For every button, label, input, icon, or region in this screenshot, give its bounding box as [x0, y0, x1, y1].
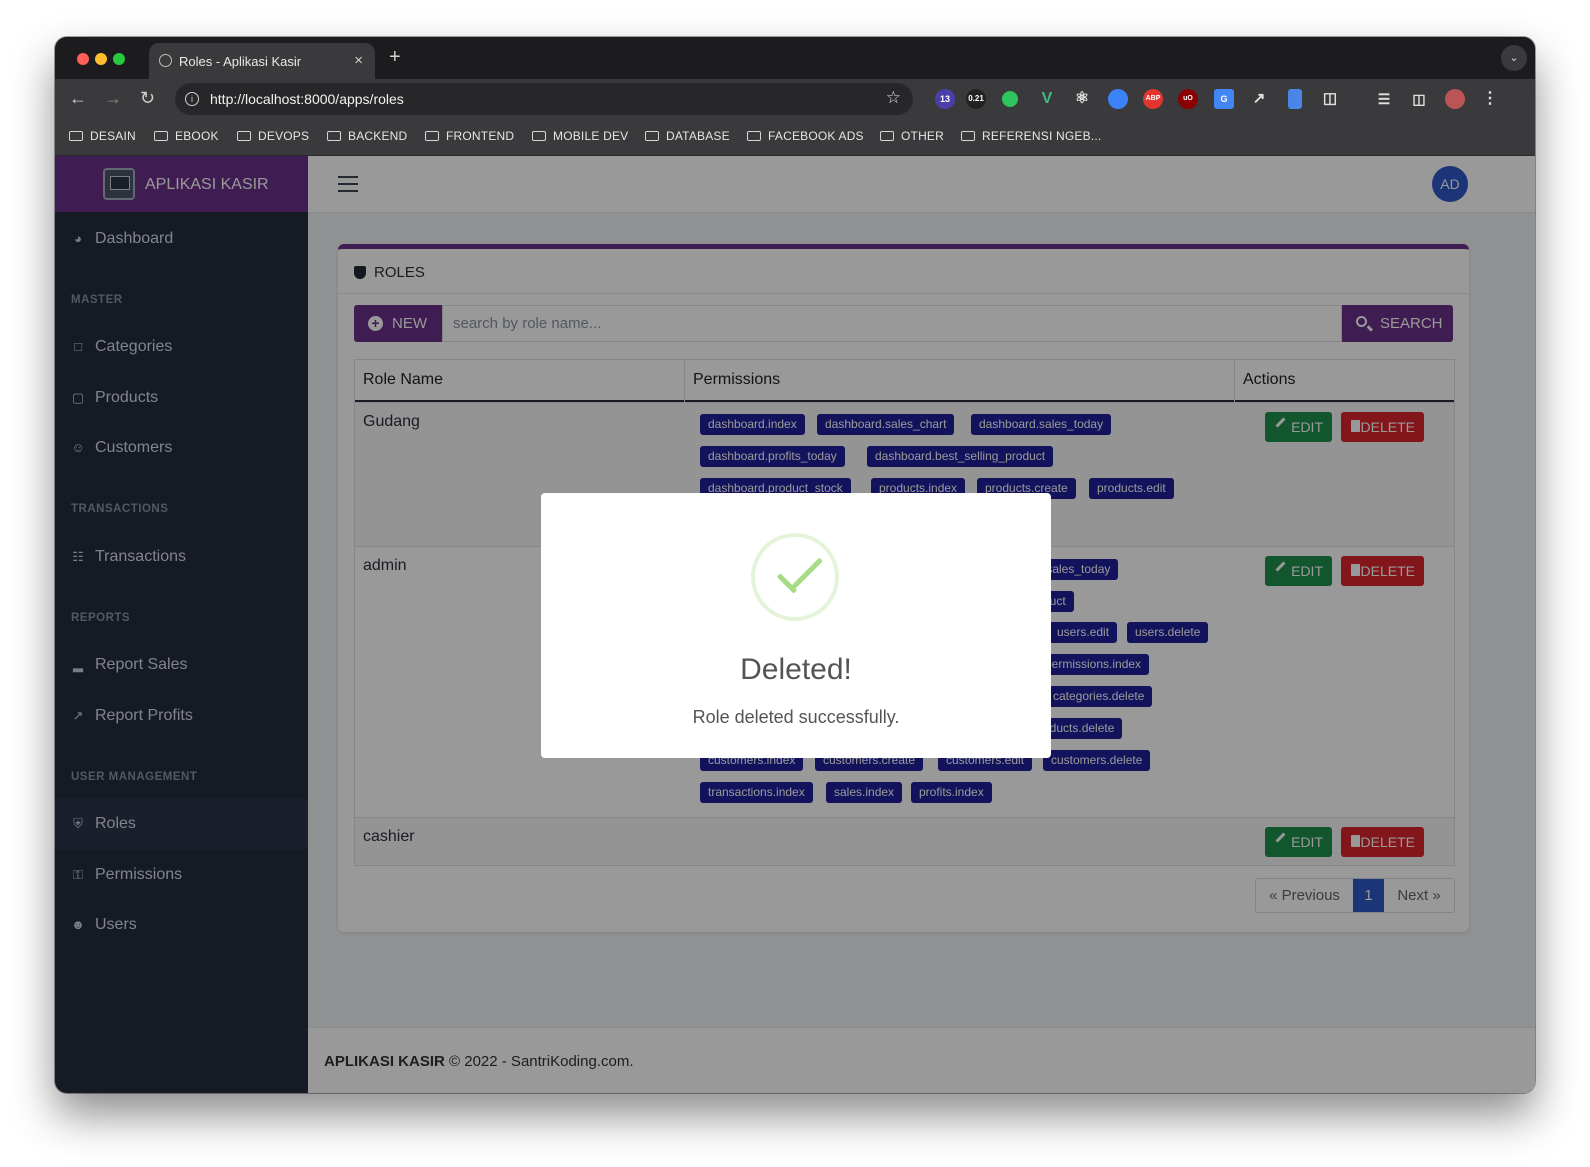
window-controls — [77, 52, 131, 70]
ublock-origin-icon[interactable]: uO — [1178, 89, 1198, 109]
folder-icon — [154, 131, 168, 141]
folder-icon — [961, 131, 975, 141]
browser-toolbar: ← → ↻ i http://localhost:8000/apps/roles… — [55, 79, 1535, 119]
vue-devtools-icon[interactable]: V — [1037, 89, 1057, 109]
bookmark-label: FACEBOOK ADS — [768, 129, 864, 143]
tab-close-icon[interactable]: × — [354, 52, 363, 69]
docs-extension-icon[interactable] — [1288, 89, 1302, 109]
bookmark-folder[interactable]: OTHER — [880, 129, 944, 143]
browser-menu-icon[interactable]: ⋮ — [1480, 89, 1500, 109]
tab-bar: Roles - Aplikasi Kasir × + ⌄ — [55, 37, 1535, 79]
browser-tab[interactable]: Roles - Aplikasi Kasir × — [149, 43, 375, 79]
folder-icon — [532, 131, 546, 141]
close-window-button[interactable] — [77, 53, 89, 65]
green-dot-extension-icon[interactable] — [1002, 91, 1018, 107]
dialog-title: Deleted! — [740, 653, 852, 686]
bookmark-label: MOBILE DEV — [553, 129, 629, 143]
bookmark-label: EBOOK — [175, 129, 219, 143]
folder-icon — [69, 131, 83, 141]
maximize-window-button[interactable] — [113, 53, 125, 65]
tab-search-button[interactable]: ⌄ — [1501, 45, 1527, 71]
bookmark-folder[interactable]: DATABASE — [645, 129, 730, 143]
bookmark-label: BACKEND — [348, 129, 408, 143]
expand-icon[interactable]: ↗ — [1249, 89, 1269, 109]
extension-badge-value: 0.21 — [968, 94, 984, 103]
sidebar-backdrop[interactable] — [55, 156, 308, 1093]
puzzle-extensions-icon[interactable]: ◫ — [1320, 89, 1340, 109]
extension-badge-count: 13 — [939, 94, 950, 104]
adblock-plus-icon[interactable]: ABP — [1143, 89, 1163, 109]
bookmark-folder[interactable]: BACKEND — [327, 129, 407, 143]
folder-icon — [645, 131, 659, 141]
folder-icon — [880, 131, 894, 141]
bookmark-label: DESAIN — [90, 129, 136, 143]
bookmark-folder[interactable]: REFERENSI NGEB... — [961, 129, 1101, 143]
bookmark-folder[interactable]: MOBILE DEV — [532, 129, 628, 143]
bookmark-label: OTHER — [901, 129, 944, 143]
bookmark-folder[interactable]: DESAIN — [69, 129, 136, 143]
bookmark-star-icon[interactable]: ☆ — [886, 88, 901, 108]
folder-icon — [237, 131, 251, 141]
bookmark-label: DATABASE — [666, 129, 730, 143]
success-dialog: Deleted! Role deleted successfully. — [541, 493, 1051, 758]
profile-avatar-icon[interactable] — [1445, 89, 1465, 109]
bookmark-folder[interactable]: DEVOPS — [237, 129, 309, 143]
forward-arrow-icon[interactable]: → — [104, 88, 122, 109]
folder-icon — [327, 131, 341, 141]
minimize-window-button[interactable] — [95, 53, 107, 65]
back-arrow-icon[interactable]: ← — [69, 88, 87, 109]
color-picker-extension-icon[interactable] — [1108, 89, 1128, 109]
google-translate-icon[interactable]: G — [1214, 89, 1234, 109]
new-tab-button[interactable]: + — [389, 46, 401, 69]
address-bar[interactable]: i http://localhost:8000/apps/roles ☆ — [175, 83, 913, 115]
bookmark-folder[interactable]: FACEBOOK ADS — [747, 129, 864, 143]
folder-icon — [747, 131, 761, 141]
extension-icon[interactable]: 0.21 — [966, 89, 986, 109]
reload-icon[interactable]: ↻ — [140, 88, 155, 109]
dialog-message: Role deleted successfully. — [692, 707, 900, 727]
react-devtools-icon[interactable]: ⚛ — [1072, 89, 1092, 109]
success-check-icon — [751, 533, 839, 621]
bookmarks-bar: DESAIN EBOOK DEVOPS BACKEND FRONTEND MOB… — [55, 119, 1535, 156]
bookmark-folder[interactable]: EBOOK — [154, 129, 219, 143]
site-info-icon[interactable]: i — [185, 92, 199, 106]
tab-title: Roles - Aplikasi Kasir — [179, 54, 302, 69]
reading-list-icon[interactable]: ☰ — [1374, 89, 1394, 109]
url-text[interactable]: http://localhost:8000/apps/roles — [210, 91, 404, 107]
globe-icon — [159, 54, 172, 67]
bookmark-label: DEVOPS — [258, 129, 310, 143]
folder-icon — [425, 131, 439, 141]
extension-icon[interactable]: 13 — [935, 89, 955, 109]
bookmark-folder[interactable]: FRONTEND — [425, 129, 514, 143]
side-panel-icon[interactable]: ◫ — [1409, 89, 1429, 109]
bookmark-label: REFERENSI NGEB... — [982, 129, 1102, 143]
bookmark-label: FRONTEND — [446, 129, 515, 143]
